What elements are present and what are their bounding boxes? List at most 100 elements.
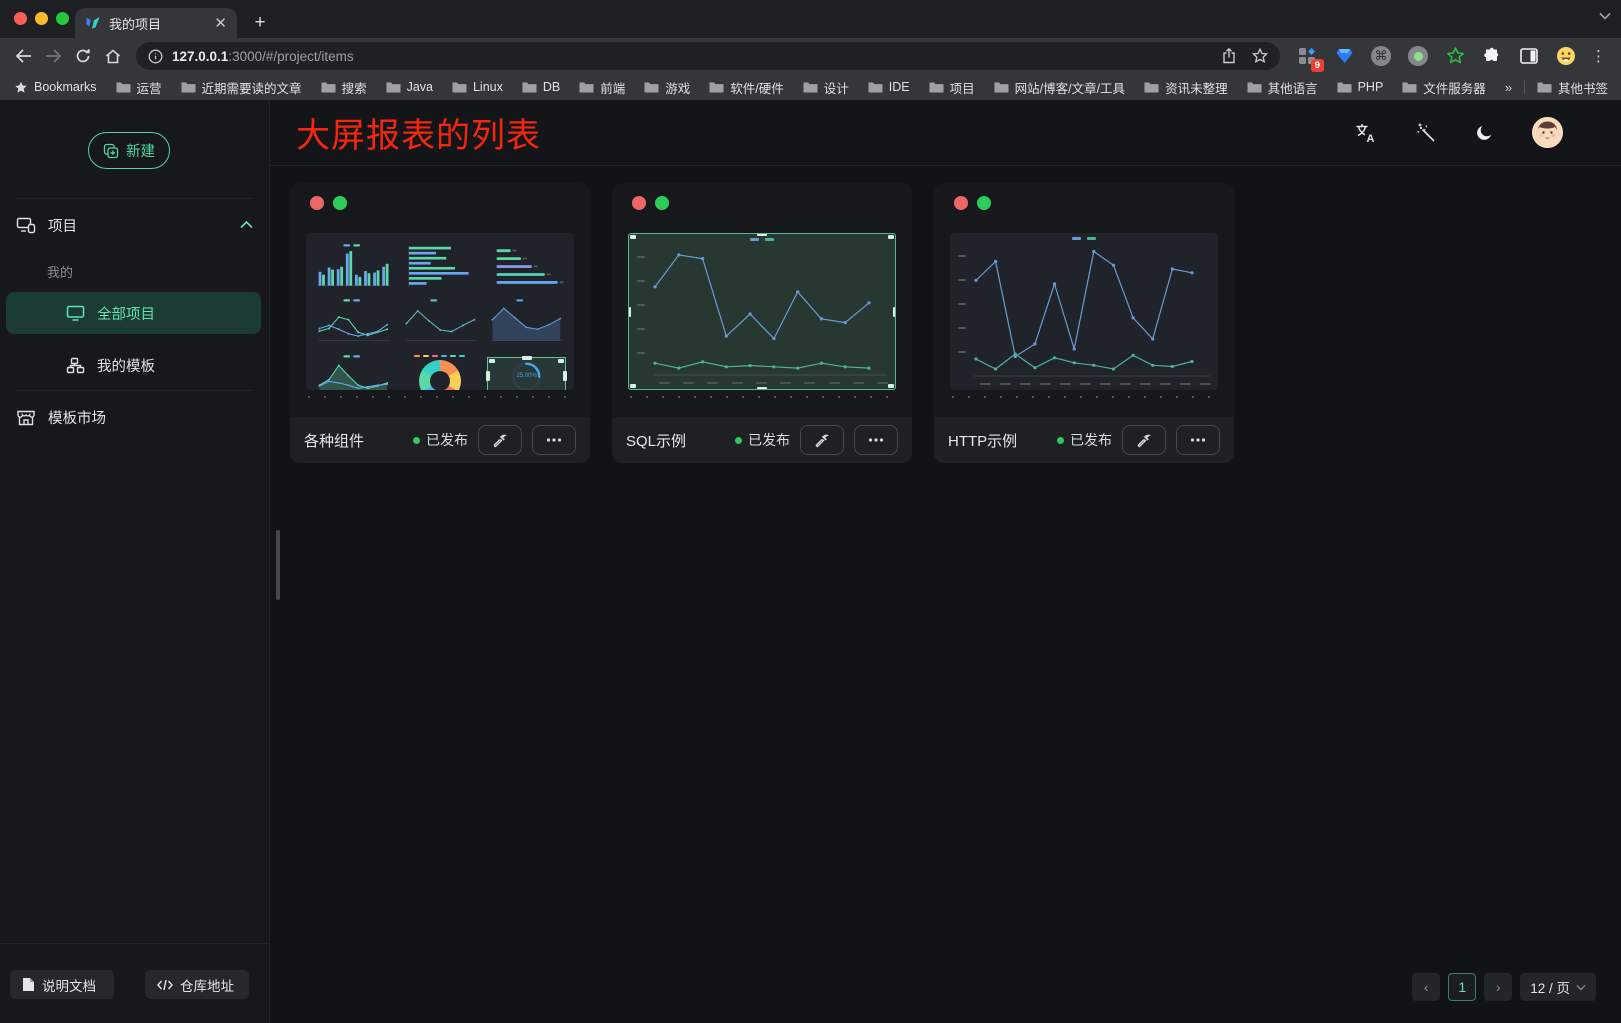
docs-button[interactable]: 说明文档 [10, 970, 114, 999]
bookmark-folder[interactable]: DB [522, 80, 560, 94]
new-project-button[interactable]: 新建 [88, 132, 170, 169]
language-translate-icon[interactable]: A [1355, 123, 1377, 143]
selection-handle[interactable] [563, 371, 567, 381]
project-card[interactable]: SQL示例 已发布 [612, 183, 912, 463]
chevron-up-icon[interactable] [240, 221, 253, 229]
bookmark-folder[interactable]: 搜索 [321, 78, 367, 97]
components-thumb-grid: 25.00% [312, 241, 568, 382]
close-window-button[interactable] [14, 12, 27, 25]
selection-handle[interactable] [522, 356, 532, 360]
bookmark-folder[interactable]: 文件服务器 [1402, 78, 1486, 97]
project-card[interactable]: 25.00% 各种组件 已发布 [290, 183, 590, 463]
user-avatar[interactable] [1532, 117, 1563, 148]
selected-gauge-widget[interactable]: 25.00% [487, 357, 566, 391]
bookmark-folder[interactable]: 网站/博客/文章/工具 [994, 78, 1125, 97]
card-preview[interactable] [950, 233, 1218, 390]
selection-handle[interactable] [757, 387, 767, 390]
bookmark-folder[interactable]: 运营 [116, 78, 162, 97]
selection-handle[interactable] [489, 359, 495, 363]
x-axis-tick [1020, 383, 1031, 385]
chevron-right-icon: › [1496, 979, 1501, 995]
recorder-extension-icon[interactable] [1407, 45, 1429, 67]
pagination-page-1[interactable]: 1 [1448, 973, 1476, 1001]
sidebar-item-label: 我的模板 [97, 355, 155, 376]
app-window: 新建 项目 我的 全部项目 我的模板 [0, 100, 1621, 1023]
bookmark-folder[interactable]: 近期需要读的文章 [181, 78, 302, 97]
zoom-window-button[interactable] [56, 12, 69, 25]
bookmark-folder[interactable]: IDE [868, 80, 910, 94]
repo-button[interactable]: 仓库地址 [145, 970, 249, 999]
bookmark-folder[interactable]: Java [386, 80, 433, 94]
back-icon[interactable] [8, 42, 38, 70]
x-axis-tick [780, 382, 791, 384]
status-dot-icon [1057, 437, 1064, 444]
more-options-button[interactable] [532, 425, 576, 455]
bookmark-folder[interactable]: 其他语言 [1247, 78, 1318, 97]
forward-icon[interactable] [38, 42, 68, 70]
more-options-button[interactable] [1176, 425, 1220, 455]
pagination-prev-button[interactable]: ‹ [1412, 973, 1440, 1001]
tab-close-icon[interactable]: ✕ [214, 16, 227, 31]
selection-handle[interactable] [630, 235, 636, 239]
edit-hammer-button[interactable] [1122, 425, 1166, 455]
green-star-extension-icon[interactable] [1444, 45, 1466, 67]
bookmark-folder[interactable]: 设计 [803, 78, 849, 97]
side-panel-icon[interactable] [1518, 45, 1540, 67]
bookmark-folder[interactable]: Linux [452, 80, 503, 94]
selection-handle[interactable] [888, 235, 894, 239]
browser-menu-icon[interactable]: ⋮ [1585, 47, 1613, 65]
sidebar-item-template-market[interactable]: 模板市场 [0, 398, 269, 436]
reload-icon[interactable] [68, 42, 98, 70]
site-info-icon[interactable] [148, 49, 163, 64]
selection-handle[interactable] [486, 371, 490, 381]
dark-mode-moon-icon[interactable] [1474, 123, 1494, 143]
folder-icon [579, 81, 594, 93]
pagination: ‹ 1 › 12 / 页 [1412, 973, 1596, 1001]
bookmarks-overflow-chevron[interactable]: » [1505, 80, 1512, 95]
selection-handle[interactable] [630, 384, 636, 388]
emoji-extension-icon[interactable] [1555, 45, 1577, 67]
selection-handle[interactable] [757, 233, 767, 236]
bookmarks-root[interactable]: Bookmarks [14, 80, 97, 94]
browser-tab[interactable]: 我的项目 ✕ [75, 8, 237, 38]
tab-search-icon[interactable] [1599, 12, 1611, 20]
scrollbar-thumb[interactable] [276, 530, 280, 600]
page-size-select[interactable]: 12 / 页 [1520, 973, 1596, 1001]
project-card[interactable]: HTTP示例 已发布 [934, 183, 1234, 463]
magic-wand-icon[interactable] [1415, 122, 1436, 143]
share-icon[interactable] [1222, 48, 1236, 64]
selection-handle[interactable] [893, 307, 896, 317]
sidebar-section-projects[interactable]: 项目 [0, 206, 269, 244]
other-bookmarks[interactable]: 其他书签 [1537, 78, 1608, 97]
bookmark-folder[interactable]: 项目 [929, 78, 975, 97]
bookmark-folder[interactable]: 前端 [579, 78, 625, 97]
bookmark-folder[interactable]: 游戏 [644, 78, 690, 97]
extensions-puzzle-icon[interactable] [1481, 45, 1503, 67]
pagination-next-button[interactable]: › [1484, 973, 1512, 1001]
folder-icon [1337, 81, 1352, 93]
selection-handle[interactable] [888, 384, 894, 388]
sidebar-item-my-templates[interactable]: 我的模板 [6, 344, 261, 386]
gem-extension-icon[interactable] [1333, 45, 1355, 67]
more-options-button[interactable] [854, 425, 898, 455]
command-extension-icon[interactable]: ⌘ [1370, 45, 1392, 67]
bookmark-star-icon[interactable] [1252, 48, 1268, 64]
minimize-window-button[interactable] [35, 12, 48, 25]
bookmark-folder[interactable]: 资讯未整理 [1144, 78, 1228, 97]
bookmark-folder[interactable]: 软件/硬件 [709, 78, 783, 97]
sidebar-item-all-projects[interactable]: 全部项目 [6, 292, 261, 334]
home-icon[interactable] [98, 42, 128, 70]
edit-hammer-button[interactable] [478, 425, 522, 455]
selection-handle[interactable] [628, 307, 631, 317]
bookmark-folder[interactable]: PHP [1337, 80, 1384, 94]
card-preview[interactable]: 25.00% [306, 233, 574, 390]
selection-handle[interactable] [558, 359, 564, 363]
new-tab-button[interactable]: + [247, 10, 273, 36]
address-bar[interactable]: 127.0.0.1:3000/#/project/items [136, 42, 1280, 70]
edit-hammer-button[interactable] [800, 425, 844, 455]
url-text[interactable]: 127.0.0.1:3000/#/project/items [172, 49, 354, 64]
tab-manager-extension-icon[interactable]: 9 [1296, 45, 1318, 67]
card-preview[interactable] [628, 233, 896, 390]
x-axis-tick [683, 382, 694, 384]
bookmarks-root-label: Bookmarks [34, 80, 97, 94]
